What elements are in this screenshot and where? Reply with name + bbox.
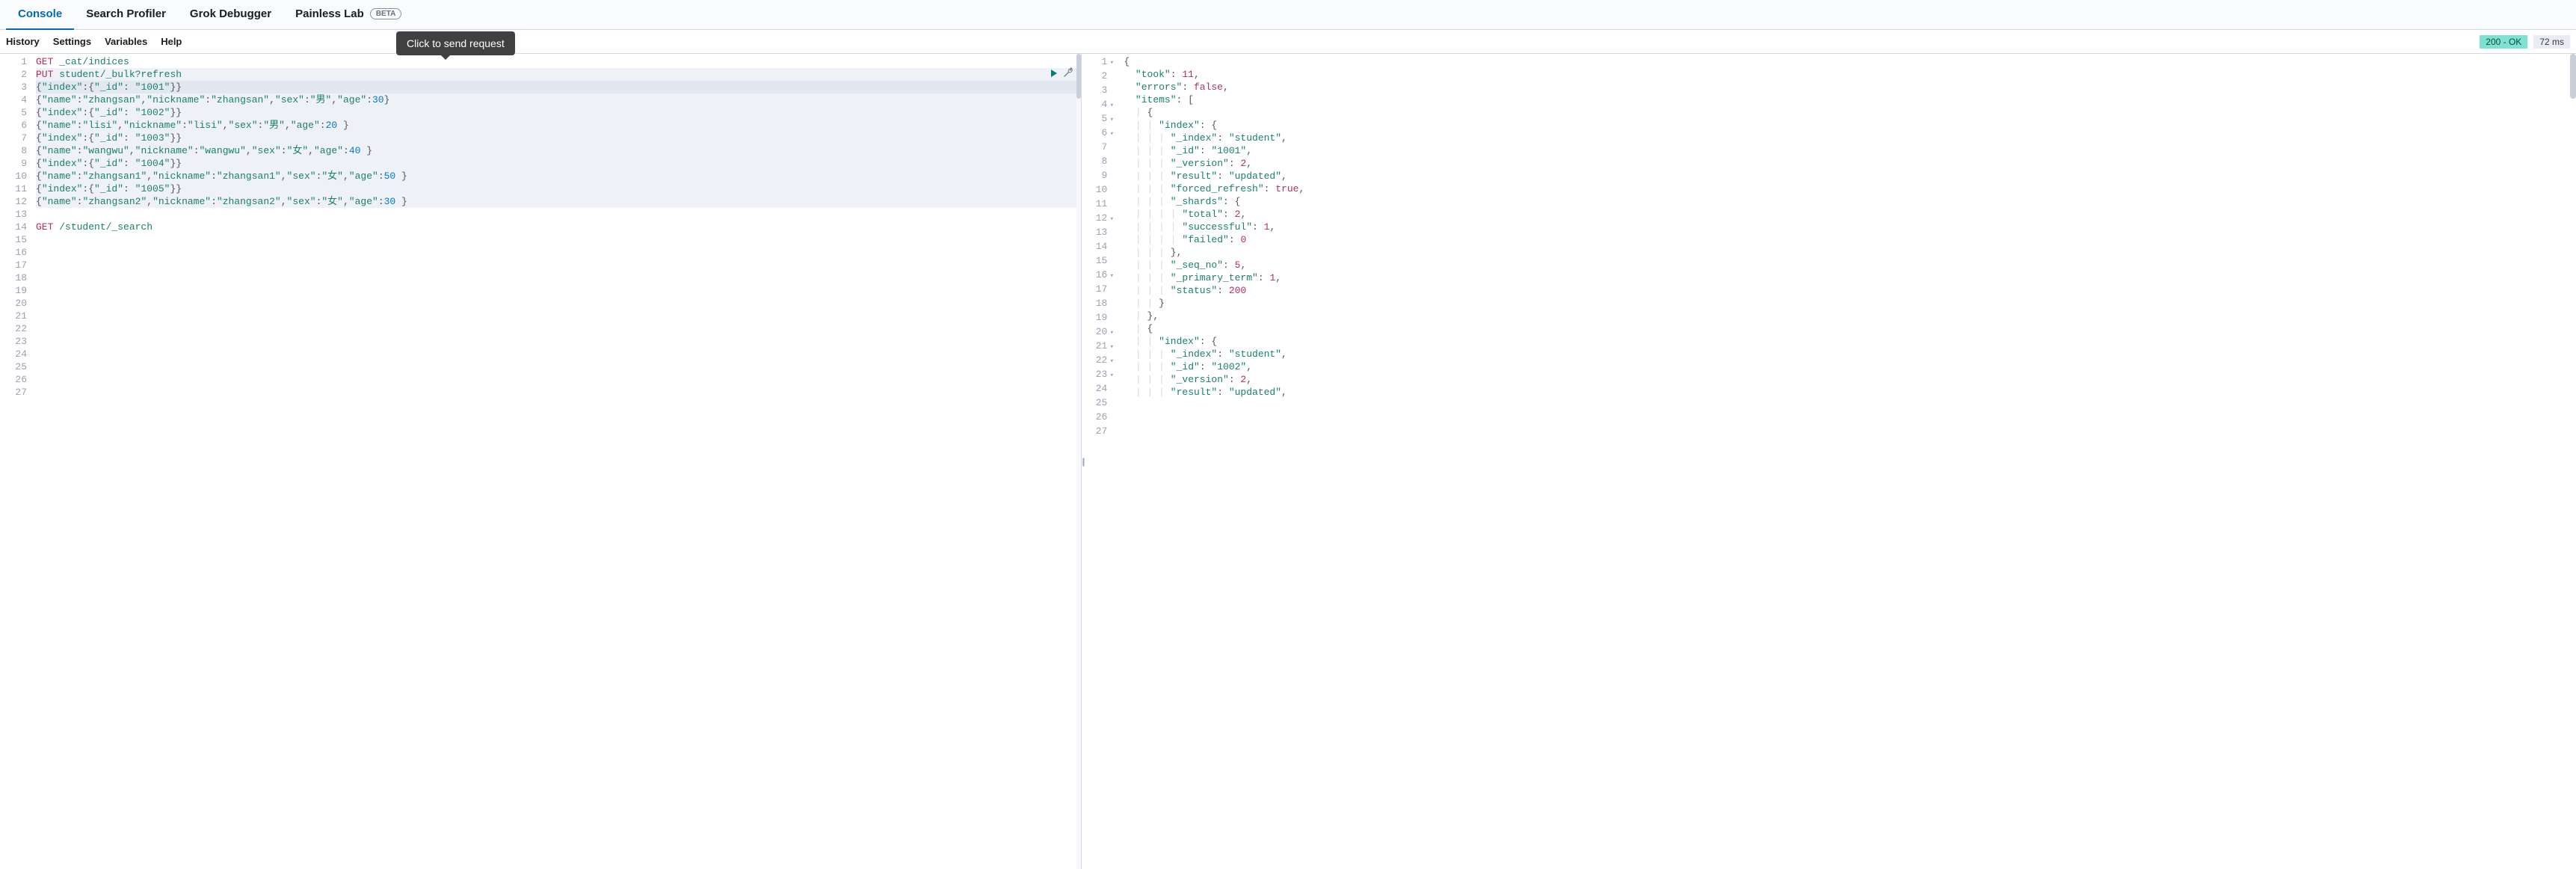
- response-line[interactable]: | {: [1124, 106, 2576, 119]
- request-line[interactable]: {"name":"lisi","nickname":"lisi","sex":"…: [36, 119, 1076, 132]
- toolbar-variables[interactable]: Variables: [105, 36, 147, 47]
- response-line[interactable]: | | | "_version": 2,: [1124, 373, 2576, 386]
- tab-search-profiler[interactable]: Search Profiler: [74, 0, 178, 30]
- request-line[interactable]: {"index":{"_id": "1001"}}: [36, 81, 1076, 93]
- request-line[interactable]: {"index":{"_id": "1003"}}: [36, 132, 1076, 144]
- send-request-tooltip: Click to send request: [396, 31, 515, 55]
- request-gutter: 1234567891011121314151617181920212223242…: [0, 54, 36, 869]
- response-line[interactable]: | | | },: [1124, 246, 2576, 259]
- response-line[interactable]: | | | "_index": "student",: [1124, 348, 2576, 360]
- request-line[interactable]: [36, 335, 1081, 348]
- request-line[interactable]: {"name":"zhangsan","nickname":"zhangsan"…: [36, 93, 1076, 106]
- response-line[interactable]: | | | "forced_refresh": true,: [1124, 182, 2576, 195]
- response-line[interactable]: | | | "_id": "1001",: [1124, 144, 2576, 157]
- request-line[interactable]: [36, 284, 1081, 297]
- response-line[interactable]: "took": 11,: [1124, 68, 2576, 81]
- toolbar-history[interactable]: History: [6, 36, 40, 47]
- response-editor[interactable]: { "took": 11, "errors": false, "items": …: [1124, 54, 2576, 869]
- response-line[interactable]: | {: [1124, 322, 2576, 335]
- response-line[interactable]: | | | | "successful": 1,: [1124, 221, 2576, 233]
- response-line[interactable]: | | | "result": "updated",: [1124, 170, 2576, 182]
- request-line[interactable]: [36, 322, 1081, 335]
- response-line[interactable]: | | | "_seq_no": 5,: [1124, 259, 2576, 271]
- response-line[interactable]: | | | "_shards": {: [1124, 195, 2576, 208]
- editor-panes: 1234567891011121314151617181920212223242…: [0, 54, 2576, 869]
- tab-painless-lab[interactable]: Painless Lab BETA: [283, 0, 413, 30]
- response-line[interactable]: {: [1124, 55, 2576, 68]
- request-line[interactable]: {"name":"zhangsan1","nickname":"zhangsan…: [36, 170, 1076, 182]
- request-line[interactable]: [36, 233, 1081, 246]
- request-line[interactable]: [36, 348, 1081, 360]
- response-line[interactable]: "errors": false,: [1124, 81, 2576, 93]
- request-editor[interactable]: GET _cat/indicesPUT student/_bulk?refres…: [36, 54, 1081, 869]
- request-line[interactable]: [36, 386, 1081, 399]
- response-line[interactable]: | | "index": {: [1124, 335, 2576, 348]
- request-line[interactable]: GET _cat/indices: [36, 55, 1081, 68]
- request-scrollbar-track: [1076, 54, 1081, 869]
- pane-splitter[interactable]: ||: [1082, 456, 1083, 467]
- response-line[interactable]: | | | "_version": 2,: [1124, 157, 2576, 170]
- tab-bar: Console Search Profiler Grok Debugger Pa…: [0, 0, 2576, 30]
- request-line[interactable]: {"index":{"_id": "1004"}}: [36, 157, 1076, 170]
- request-line[interactable]: {"name":"wangwu","nickname":"wangwu","se…: [36, 144, 1076, 157]
- status-badge-latency: 72 ms: [2533, 35, 2570, 49]
- wrench-icon[interactable]: [1063, 67, 1073, 80]
- response-line[interactable]: | | "index": {: [1124, 119, 2576, 132]
- response-line[interactable]: | | | "_index": "student",: [1124, 132, 2576, 144]
- status-badge-ok: 200 - OK: [2480, 35, 2527, 49]
- response-line[interactable]: | | }: [1124, 297, 2576, 310]
- tab-console[interactable]: Console: [6, 0, 74, 30]
- request-line[interactable]: [36, 297, 1081, 310]
- request-line[interactable]: [36, 360, 1081, 373]
- toolbar: History Settings Variables Help 200 - OK…: [0, 30, 2576, 54]
- response-line[interactable]: "items": [: [1124, 93, 2576, 106]
- request-line[interactable]: GET /student/_search: [36, 221, 1081, 233]
- request-line[interactable]: {"index":{"_id": "1005"}}: [36, 182, 1076, 195]
- request-line[interactable]: [36, 373, 1081, 386]
- request-line[interactable]: [36, 208, 1081, 221]
- response-scrollbar-track: [2570, 54, 2576, 869]
- response-line[interactable]: | | | "status": 200: [1124, 284, 2576, 297]
- toolbar-help[interactable]: Help: [161, 36, 182, 47]
- request-pane: 1234567891011121314151617181920212223242…: [0, 54, 1082, 869]
- response-line[interactable]: | | | "_primary_term": 1,: [1124, 271, 2576, 284]
- beta-badge: BETA: [370, 8, 401, 19]
- response-line[interactable]: | | | | "failed": 0: [1124, 233, 2576, 246]
- request-line[interactable]: [36, 259, 1081, 271]
- response-gutter: 1▾2 3 4▾5▾6▾7 8 9 10 11 12▾13 14 15 16▾1…: [1082, 54, 1124, 869]
- tab-painless-lab-label: Painless Lab: [295, 7, 364, 20]
- response-line[interactable]: | | | | "total": 2,: [1124, 208, 2576, 221]
- request-scrollbar-thumb[interactable]: [1076, 54, 1081, 99]
- request-line[interactable]: [36, 271, 1081, 284]
- toolbar-settings[interactable]: Settings: [53, 36, 91, 47]
- request-line[interactable]: {"name":"zhangsan2","nickname":"zhangsan…: [36, 195, 1076, 208]
- response-line[interactable]: | },: [1124, 310, 2576, 322]
- tab-grok-debugger[interactable]: Grok Debugger: [178, 0, 283, 30]
- request-line[interactable]: [36, 246, 1081, 259]
- request-line[interactable]: [36, 310, 1081, 322]
- play-icon[interactable]: [1050, 68, 1059, 80]
- request-line[interactable]: {"index":{"_id": "1002"}}: [36, 106, 1076, 119]
- response-scrollbar-thumb[interactable]: [2570, 54, 2576, 99]
- response-line[interactable]: | | | "_id": "1002",: [1124, 360, 2576, 373]
- response-pane: 1▾2 3 4▾5▾6▾7 8 9 10 11 12▾13 14 15 16▾1…: [1082, 54, 2576, 869]
- response-line[interactable]: | | | "result": "updated",: [1124, 386, 2576, 399]
- request-line[interactable]: PUT student/_bulk?refresh: [36, 68, 1076, 81]
